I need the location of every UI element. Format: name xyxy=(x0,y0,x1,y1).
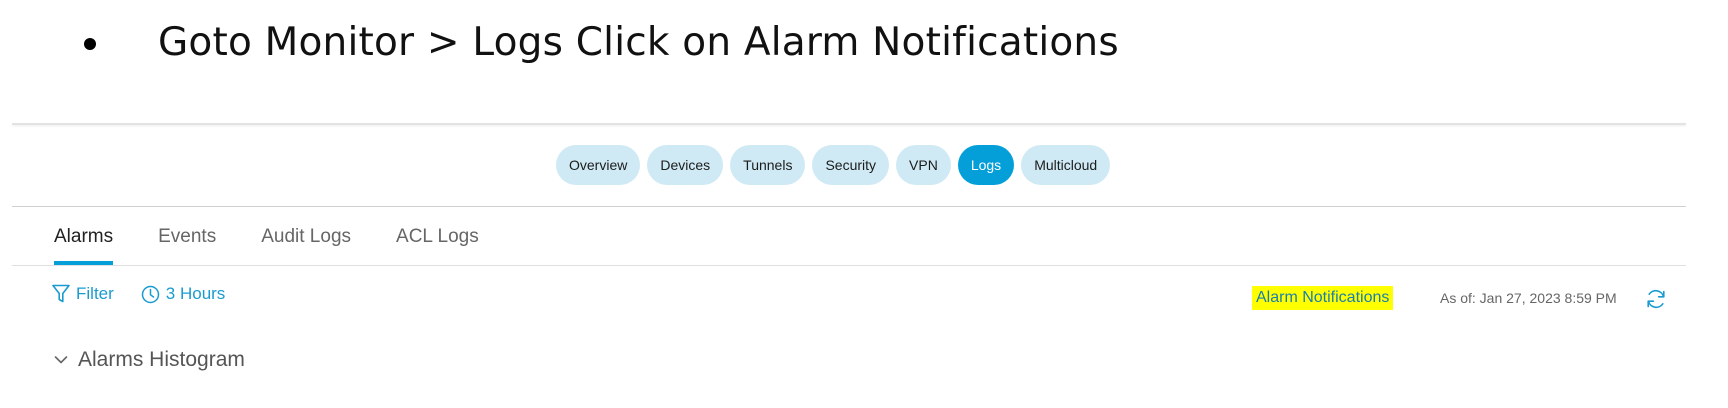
logs-sub-tabs: Alarms Events Audit Logs ACL Logs xyxy=(54,226,479,266)
nav-divider xyxy=(12,206,1686,207)
clock-icon xyxy=(141,285,160,303)
top-divider xyxy=(12,123,1686,125)
nav-pill-devices[interactable]: Devices xyxy=(647,145,724,185)
instruction-line: Goto Monitor > Logs Click on Alarm Notif… xyxy=(84,14,1119,70)
tab-events[interactable]: Events xyxy=(158,226,216,266)
nav-pill-security[interactable]: Security xyxy=(812,145,890,185)
refresh-icon[interactable] xyxy=(1645,288,1667,310)
alarm-notifications-link[interactable]: Alarm Notifications xyxy=(1252,286,1394,310)
filter-icon xyxy=(52,284,70,303)
toolbar-left: Filter 3 Hours xyxy=(52,284,225,304)
tab-audit-logs[interactable]: Audit Logs xyxy=(261,226,351,266)
tab-alarms[interactable]: Alarms xyxy=(54,226,114,266)
bullet-icon xyxy=(84,38,96,50)
instruction-text: Goto Monitor > Logs Click on Alarm Notif… xyxy=(158,19,1119,65)
monitor-nav: Overview Devices Tunnels Security VPN Lo… xyxy=(556,145,1111,185)
nav-pill-tunnels[interactable]: Tunnels xyxy=(730,145,806,185)
nav-pill-overview[interactable]: Overview xyxy=(556,145,641,185)
nav-pill-logs[interactable]: Logs xyxy=(957,145,1015,185)
time-range-button[interactable]: 3 Hours xyxy=(141,284,226,304)
time-range-label: 3 Hours xyxy=(165,284,226,303)
tabs-divider xyxy=(12,265,1686,266)
tab-acl-logs[interactable]: ACL Logs xyxy=(396,226,479,266)
filter-label: Filter xyxy=(76,284,114,303)
as-of-timestamp: As of: Jan 27, 2023 8:59 PM xyxy=(1440,290,1617,306)
alarms-histogram-toggle[interactable]: Alarms Histogram xyxy=(54,348,245,372)
chevron-down-icon xyxy=(54,356,68,364)
nav-pill-multicloud[interactable]: Multicloud xyxy=(1021,145,1111,185)
filter-button[interactable]: Filter xyxy=(52,284,114,304)
nav-pill-vpn[interactable]: VPN xyxy=(896,145,951,185)
histogram-label: Alarms Histogram xyxy=(78,348,245,371)
